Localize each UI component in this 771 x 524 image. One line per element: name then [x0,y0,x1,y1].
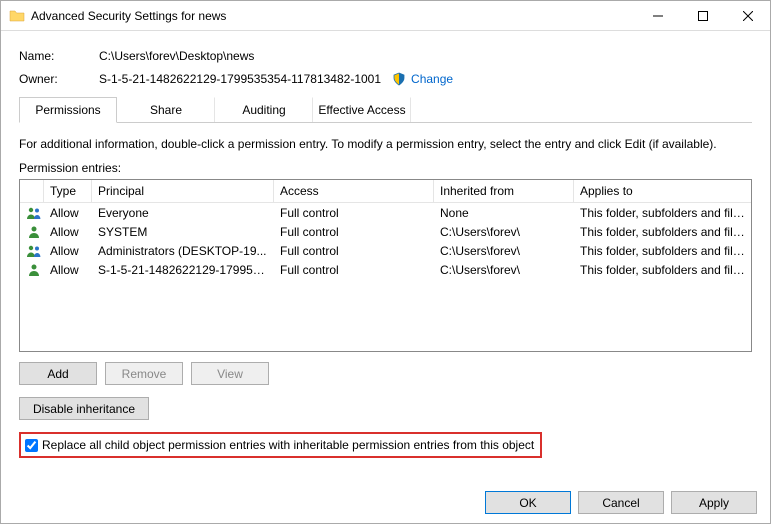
cell-inherited: None [434,204,574,222]
permission-entries-grid[interactable]: Type Principal Access Inherited from App… [19,179,752,352]
cell-inherited: C:\Users\forev\ [434,223,574,241]
apply-button[interactable]: Apply [671,491,757,514]
minimize-button[interactable] [635,1,680,30]
owner-label: Owner: [19,72,99,86]
cell-access: Full control [274,223,434,241]
people-icon [20,204,44,222]
remove-button: Remove [105,362,183,385]
table-row[interactable]: AllowEveryoneFull controlNoneThis folder… [20,203,751,222]
shield-icon [391,71,407,87]
cell-principal: Everyone [92,204,274,222]
cell-principal: Administrators (DESKTOP-19... [92,242,274,260]
table-row[interactable]: AllowS-1-5-21-1482622129-179953...Full c… [20,260,751,279]
cell-access: Full control [274,261,434,279]
cancel-button[interactable]: Cancel [578,491,664,514]
cell-type: Allow [44,242,92,260]
folder-icon [9,8,25,24]
replace-child-entries-checkbox[interactable] [25,439,38,452]
cell-access: Full control [274,242,434,260]
tab-effective-access[interactable]: Effective Access [313,97,411,122]
replace-child-entries-label: Replace all child object permission entr… [42,438,534,452]
cell-access: Full control [274,204,434,222]
cell-type: Allow [44,223,92,241]
column-inherited[interactable]: Inherited from [434,180,574,202]
tab-auditing[interactable]: Auditing [215,97,313,122]
dialog-footer: OK Cancel Apply [485,491,757,514]
person-icon [20,223,44,241]
column-principal[interactable]: Principal [92,180,274,202]
window-controls [635,1,770,30]
owner-row: Owner: S-1-5-21-1482622129-1799535354-11… [19,71,752,87]
name-value: C:\Users\forev\Desktop\news [99,49,254,63]
tab-share[interactable]: Share [117,97,215,122]
people-icon [20,242,44,260]
cell-applies: This folder, subfolders and files [574,204,751,222]
tab-permissions[interactable]: Permissions [19,97,117,123]
close-button[interactable] [725,1,770,30]
cell-applies: This folder, subfolders and files [574,242,751,260]
name-label: Name: [19,49,99,63]
cell-type: Allow [44,261,92,279]
cell-principal: S-1-5-21-1482622129-179953... [92,261,274,279]
maximize-button[interactable] [680,1,725,30]
column-access[interactable]: Access [274,180,434,202]
instruction-text: For additional information, double-click… [19,137,752,151]
cell-inherited: C:\Users\forev\ [434,242,574,260]
window-title: Advanced Security Settings for news [31,9,635,23]
name-row: Name: C:\Users\forev\Desktop\news [19,49,752,63]
person-icon [20,261,44,279]
titlebar: Advanced Security Settings for news [1,1,770,31]
tabs: Permissions Share Auditing Effective Acc… [19,97,752,123]
grid-header: Type Principal Access Inherited from App… [20,180,751,203]
column-type[interactable]: Type [44,180,92,202]
column-applies[interactable]: Applies to [574,180,751,202]
ok-button[interactable]: OK [485,491,571,514]
cell-applies: This folder, subfolders and files [574,223,751,241]
cell-type: Allow [44,204,92,222]
permission-entries-label: Permission entries: [19,161,752,175]
cell-inherited: C:\Users\forev\ [434,261,574,279]
owner-value: S-1-5-21-1482622129-1799535354-117813482… [99,72,381,86]
table-row[interactable]: AllowSYSTEMFull controlC:\Users\forev\Th… [20,222,751,241]
cell-applies: This folder, subfolders and files [574,261,751,279]
disable-inheritance-button[interactable]: Disable inheritance [19,397,149,420]
change-owner-link[interactable]: Change [411,72,453,86]
table-row[interactable]: AllowAdministrators (DESKTOP-19...Full c… [20,241,751,260]
column-icon [20,180,44,202]
grid-body: AllowEveryoneFull controlNoneThis folder… [20,203,751,279]
add-button[interactable]: Add [19,362,97,385]
view-button: View [191,362,269,385]
cell-principal: SYSTEM [92,223,274,241]
replace-child-entries-row: Replace all child object permission entr… [19,432,542,458]
